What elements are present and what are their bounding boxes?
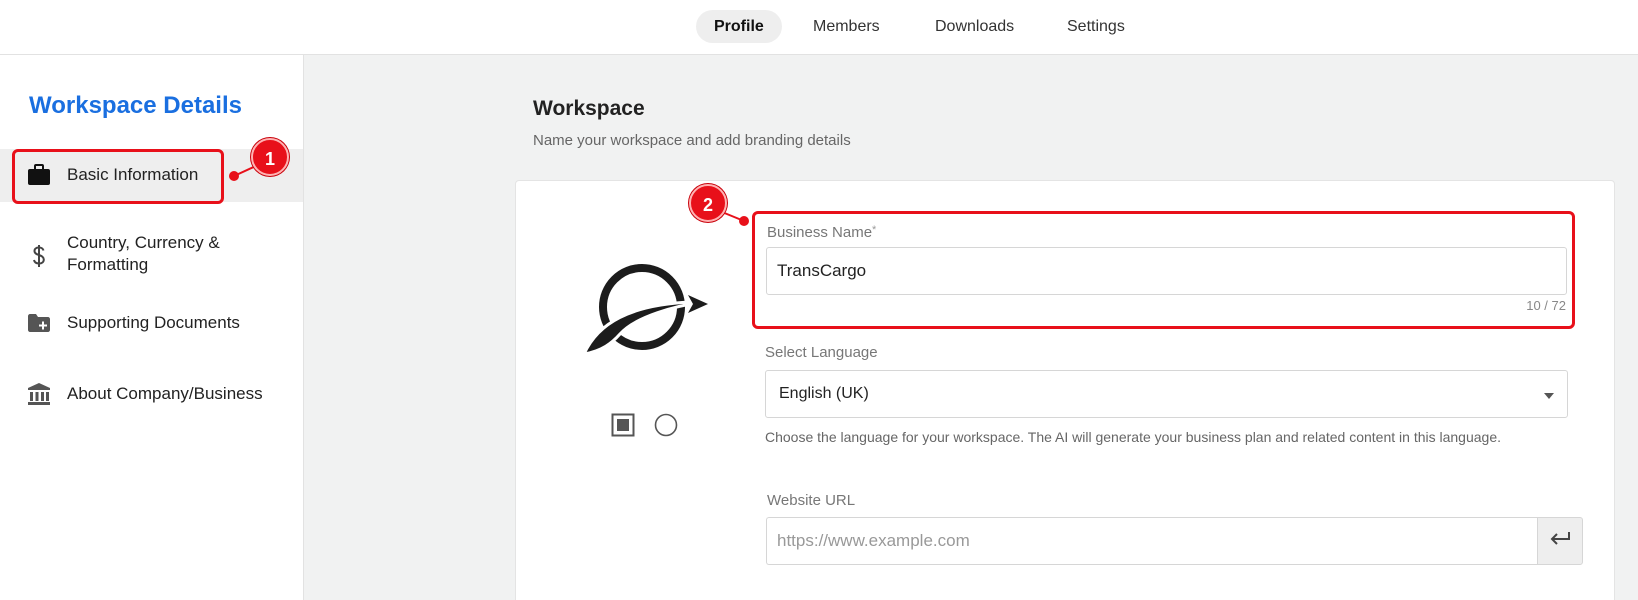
workspace-card: Business Name* 10 / 72 Select Language E… bbox=[515, 180, 1615, 600]
sidebar-item-label: Country, Currency & Formatting bbox=[67, 233, 220, 274]
tab-profile[interactable]: Profile bbox=[696, 10, 782, 43]
company-logo[interactable] bbox=[580, 261, 710, 361]
caret-down-icon bbox=[1543, 389, 1555, 401]
logo-shape-circle-option[interactable] bbox=[654, 413, 678, 437]
briefcase-icon bbox=[26, 162, 52, 188]
top-navigation: Profile Members Downloads Settings bbox=[0, 0, 1638, 55]
character-counter: 10 / 72 bbox=[1526, 298, 1566, 313]
business-name-label-text: Business Name bbox=[767, 224, 873, 241]
annotation-badge-1: 1 bbox=[251, 138, 289, 176]
sidebar-item-label: Supporting Documents bbox=[67, 313, 240, 332]
sidebar-title: Workspace Details bbox=[29, 92, 242, 119]
select-language-label: Select Language bbox=[765, 344, 878, 361]
sidebar-item-country-currency[interactable]: Country, Currency & Formatting bbox=[0, 225, 303, 285]
main-content: Workspace Name your workspace and add br… bbox=[304, 55, 1638, 600]
tab-settings[interactable]: Settings bbox=[1049, 10, 1143, 43]
enter-arrow-icon bbox=[1549, 531, 1571, 552]
language-select-value: English (UK) bbox=[779, 385, 869, 402]
required-mark: * bbox=[872, 224, 877, 236]
logo-shape-square-option[interactable] bbox=[611, 413, 635, 437]
sidebar-item-label: Basic Information bbox=[67, 165, 199, 184]
sidebar-item-about-company[interactable]: About Company/Business bbox=[0, 369, 303, 419]
sidebar: Workspace Details Basic Information Coun… bbox=[0, 55, 304, 600]
page-subtitle: Name your workspace and add branding det… bbox=[533, 132, 851, 149]
business-name-input[interactable] bbox=[766, 247, 1567, 295]
dollar-icon bbox=[26, 243, 52, 269]
language-help-text: Choose the language for your workspace. … bbox=[765, 429, 1501, 445]
page-title: Workspace bbox=[533, 97, 645, 120]
folder-add-icon bbox=[26, 310, 52, 336]
website-url-input[interactable] bbox=[766, 517, 1538, 565]
language-select[interactable]: English (UK) bbox=[765, 370, 1568, 418]
url-submit-button[interactable] bbox=[1537, 517, 1583, 565]
tab-downloads[interactable]: Downloads bbox=[917, 10, 1032, 43]
website-url-label: Website URL bbox=[767, 492, 856, 509]
business-name-label: Business Name* bbox=[767, 224, 876, 241]
annotation-badge-2: 2 bbox=[689, 184, 727, 222]
sidebar-item-label: About Company/Business bbox=[67, 384, 263, 403]
bank-icon bbox=[26, 381, 52, 407]
tab-members[interactable]: Members bbox=[795, 10, 898, 43]
sidebar-item-supporting-documents[interactable]: Supporting Documents bbox=[0, 298, 303, 348]
